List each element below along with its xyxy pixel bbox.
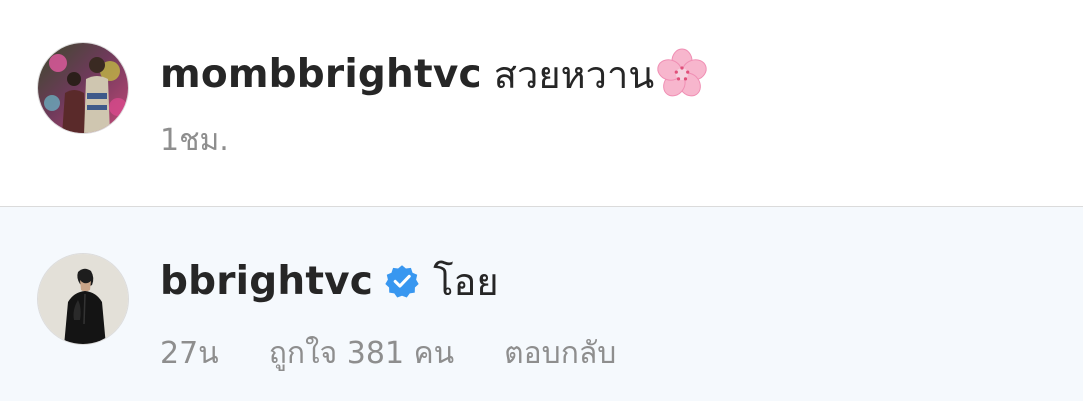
profile-photo-person-icon bbox=[38, 254, 128, 344]
verified-badge-icon bbox=[385, 264, 419, 298]
comment-meta: 1ชม. bbox=[160, 118, 229, 162]
comment-text: โอย bbox=[433, 259, 499, 304]
avatar[interactable] bbox=[37, 253, 129, 345]
timestamp: 27น bbox=[160, 335, 219, 371]
likes-count-link[interactable]: ถูกใจ 381 คน bbox=[269, 330, 454, 377]
comment-line: bbrightvc โอย bbox=[160, 253, 499, 309]
cherry-blossom-icon bbox=[654, 46, 710, 102]
comment-line: mombbrightvc สวยหวาน bbox=[160, 46, 710, 102]
comment-item: mombbrightvc สวยหวาน 1ชม. bbox=[0, 0, 1083, 206]
comment-meta: 27น ถูกใจ 381 คน ตอบกลับ bbox=[160, 331, 616, 375]
avatar[interactable] bbox=[37, 42, 129, 134]
comment-text: สวยหวาน bbox=[493, 52, 655, 97]
reply-button[interactable]: ตอบกลับ bbox=[504, 330, 616, 377]
timestamp: 1ชม. bbox=[160, 122, 229, 158]
profile-photo-two-people-icon bbox=[38, 43, 128, 133]
comment-item-highlighted: bbrightvc โอย 27น ถูกใจ 381 คน ตอบกลับ bbox=[0, 207, 1083, 401]
username[interactable]: bbrightvc bbox=[160, 259, 373, 304]
username[interactable]: mombbrightvc bbox=[160, 52, 482, 97]
